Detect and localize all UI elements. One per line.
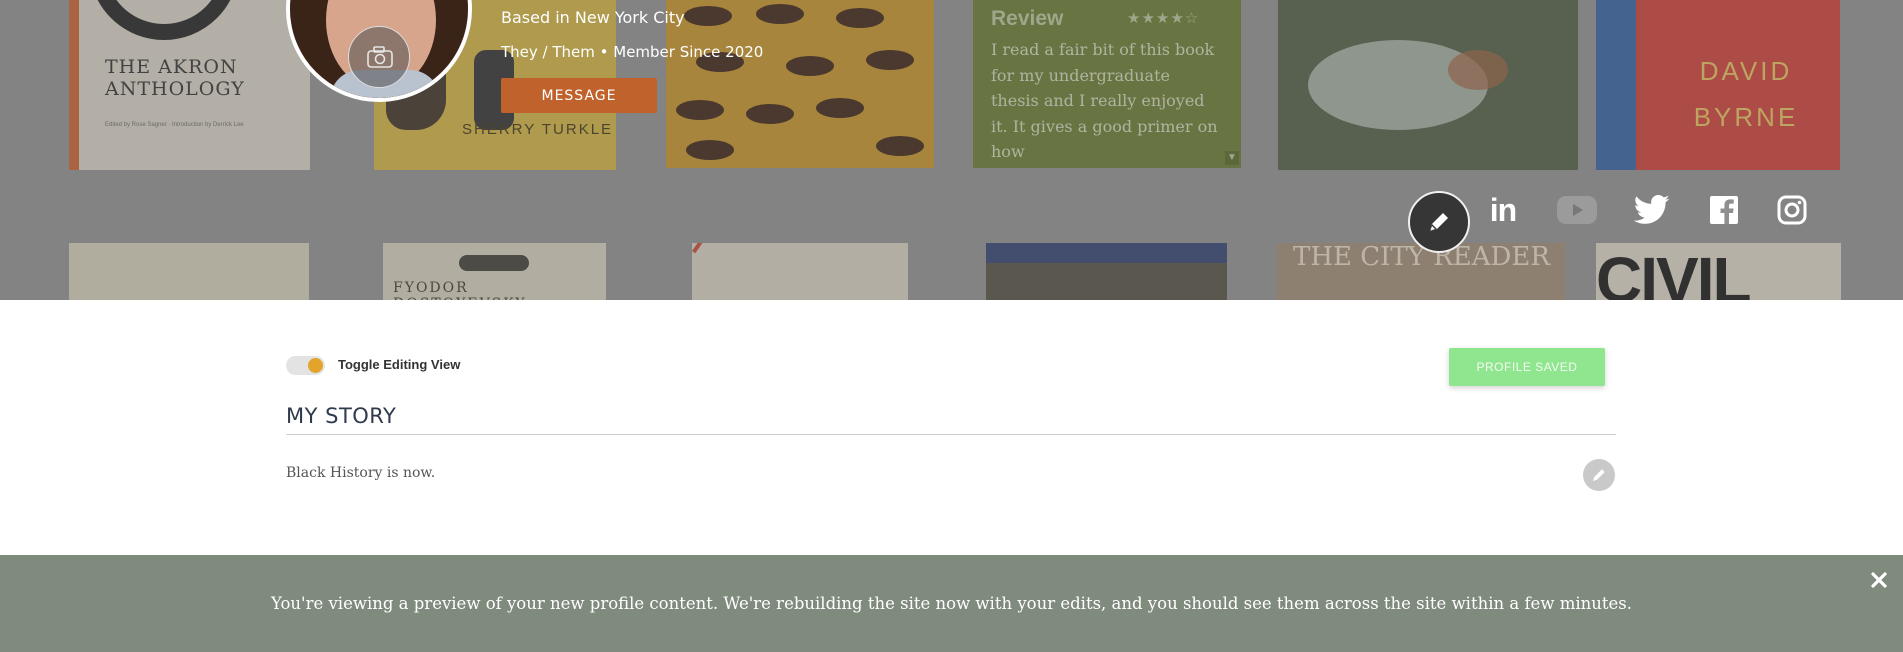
section-divider — [286, 434, 1616, 435]
banner-message: You're viewing a preview of your new pro… — [271, 594, 1632, 613]
edit-story-button[interactable] — [1583, 459, 1615, 491]
twitter-link[interactable] — [1632, 190, 1672, 230]
toggle-label: Toggle Editing View — [338, 357, 461, 372]
profile-saved-button[interactable]: PROFILE SAVED — [1449, 348, 1605, 386]
camera-icon — [367, 46, 393, 68]
close-icon — [1871, 572, 1887, 588]
message-button[interactable]: MESSAGE — [501, 78, 657, 113]
preview-banner: You're viewing a preview of your new pro… — [0, 555, 1903, 652]
toggle-knob — [308, 358, 323, 373]
youtube-icon — [1557, 196, 1597, 224]
edit-icon — [1430, 213, 1448, 231]
change-photo-button[interactable] — [348, 26, 410, 88]
edit-social-button[interactable] — [1408, 191, 1470, 253]
profile-meta: They / Them • Member Since 2020 — [501, 43, 764, 61]
youtube-link[interactable] — [1555, 190, 1599, 230]
facebook-link[interactable] — [1706, 190, 1742, 230]
story-text: Black History is now. — [286, 465, 436, 481]
twitter-icon — [1634, 195, 1670, 224]
section-title: MY STORY — [286, 404, 397, 428]
profile-hero: THE AKRON ANTHOLOGY Edited by Rose Sagne… — [0, 0, 1903, 300]
editing-view-toggle[interactable] — [286, 356, 325, 375]
pencil-icon — [1593, 469, 1605, 481]
hero-overlay — [0, 0, 1903, 300]
facebook-icon — [1710, 196, 1738, 224]
close-banner-button[interactable] — [1866, 567, 1892, 593]
linkedin-icon: in — [1489, 191, 1517, 228]
profile-location: Based in New York City — [501, 8, 685, 27]
instagram-link[interactable] — [1774, 190, 1810, 230]
linkedin-link[interactable]: in — [1484, 190, 1522, 230]
instagram-icon — [1777, 195, 1807, 225]
